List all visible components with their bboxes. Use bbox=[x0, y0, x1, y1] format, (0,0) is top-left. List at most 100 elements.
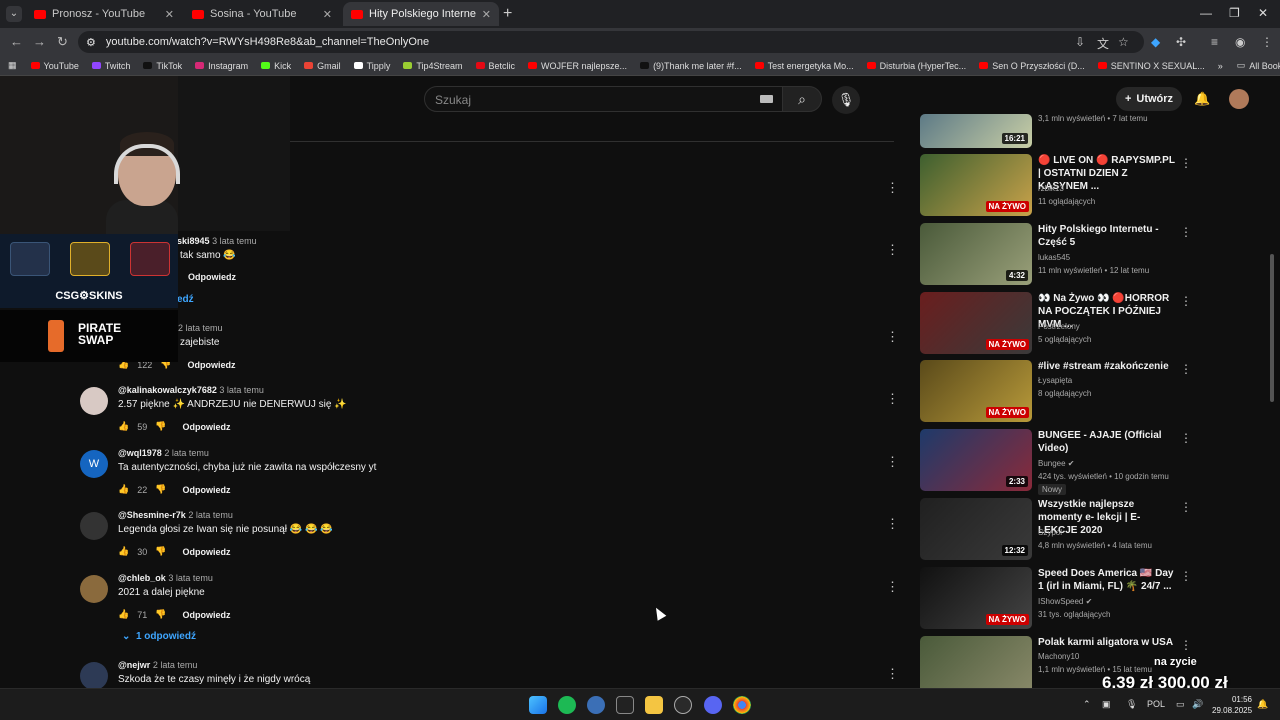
comment-time[interactable]: 3 lata temu bbox=[168, 573, 213, 583]
discord-icon[interactable] bbox=[704, 696, 722, 714]
video-thumbnail[interactable]: NA ŻYWO bbox=[920, 292, 1032, 354]
reply-button[interactable]: Odpowiedz bbox=[187, 360, 235, 370]
dislike-icon[interactable]: 👎 bbox=[155, 609, 166, 620]
search-button[interactable]: ⌕ bbox=[782, 86, 822, 112]
bookmark-kick[interactable]: Kick bbox=[261, 61, 291, 71]
tray-overflow-icon[interactable]: ⌃ bbox=[1083, 699, 1091, 710]
bookmark-betclic[interactable]: Betclic bbox=[475, 61, 515, 71]
comment-author[interactable]: @wql1978 bbox=[118, 448, 162, 458]
channel-name[interactable]: Postrzelony bbox=[1038, 322, 1080, 331]
app-icon[interactable] bbox=[587, 696, 605, 714]
dislike-icon[interactable]: 👎 bbox=[155, 421, 166, 432]
video-title[interactable]: Polak karmi aligatora w USA bbox=[1038, 636, 1176, 649]
comment-time[interactable]: 2 lata temu bbox=[188, 510, 233, 520]
bookmark-instagram[interactable]: Instagram bbox=[195, 61, 248, 71]
translate-icon[interactable]: 文 bbox=[1097, 35, 1109, 52]
video-title[interactable]: BUNGEE - AJAJE (Official Video) bbox=[1038, 429, 1176, 455]
channel-name[interactable]: lukas545 bbox=[1038, 253, 1070, 262]
video-title[interactable]: #live #stream #zakończenie bbox=[1038, 360, 1176, 373]
bookmark-tipply[interactable]: Tipply bbox=[353, 61, 390, 71]
language-indicator[interactable]: POL bbox=[1147, 699, 1165, 709]
video-thumbnail[interactable]: 12:32 bbox=[920, 498, 1032, 560]
comment-time[interactable]: 3 lata temu bbox=[212, 236, 257, 246]
bookmark-wojfer[interactable]: WOJFER najlepsze... bbox=[528, 61, 627, 71]
create-button[interactable]: + Utwórz bbox=[1116, 87, 1182, 111]
tab-search-button[interactable]: ⌄ bbox=[6, 6, 22, 22]
avatar[interactable] bbox=[80, 512, 108, 540]
extension-icon[interactable]: ◆ bbox=[1151, 35, 1160, 49]
keyboard-icon[interactable] bbox=[760, 95, 773, 103]
comment-menu-icon[interactable]: ⋮ bbox=[886, 391, 899, 407]
avatar[interactable] bbox=[80, 662, 108, 688]
video-thumbnail[interactable]: NA ŻYWO bbox=[920, 567, 1032, 629]
video-menu-icon[interactable]: ⋮ bbox=[1180, 294, 1192, 308]
comment-time[interactable]: 2 lata temu bbox=[164, 448, 209, 458]
reply-button[interactable]: Odpowiedz bbox=[182, 610, 230, 620]
reply-button[interactable]: Odpowiedz bbox=[188, 272, 236, 282]
restore-icon[interactable]: ❐ bbox=[1229, 6, 1240, 20]
network-icon[interactable]: ▭ bbox=[1176, 699, 1185, 710]
new-tab-button[interactable]: + bbox=[503, 5, 512, 23]
comment-author[interactable]: @Shesmine-r7k bbox=[118, 510, 186, 520]
all-bookmarks[interactable]: ▭All Bookmarks bbox=[1237, 60, 1280, 71]
address-bar[interactable]: ⚙ youtube.com/watch?v=RWYsH498Re8&ab_cha… bbox=[78, 31, 1144, 53]
comment-author[interactable]: @nejwr bbox=[118, 660, 150, 670]
bookmark-disturbia[interactable]: Disturbia (HyperTec... bbox=[866, 61, 966, 71]
start-icon[interactable] bbox=[529, 696, 547, 714]
back-icon[interactable]: ← bbox=[10, 34, 23, 49]
avatar[interactable] bbox=[80, 575, 108, 603]
video-thumbnail[interactable]: 16:21 bbox=[920, 114, 1032, 148]
epic-games-icon[interactable] bbox=[616, 696, 634, 714]
avatar[interactable] bbox=[80, 387, 108, 415]
more-options-icon[interactable]: ⋮ bbox=[886, 180, 899, 196]
bookmark-sen[interactable]: Sen O Przyszłości (D... bbox=[979, 61, 1085, 71]
channel-name[interactable]: Bungee ✔ bbox=[1038, 459, 1075, 468]
like-icon[interactable]: 👍 bbox=[118, 546, 129, 557]
video-menu-icon[interactable]: ⋮ bbox=[1180, 638, 1192, 652]
video-menu-icon[interactable]: ⋮ bbox=[1180, 156, 1192, 170]
tab-hity[interactable]: Hity Polskiego Internetu - YouTube ✕ bbox=[343, 2, 499, 26]
tab-sosina[interactable]: Sosina - YouTube ✕ bbox=[184, 2, 340, 26]
reply-button[interactable]: Odpowiedz bbox=[182, 547, 230, 557]
tray-app-icon[interactable]: ▣ bbox=[1102, 699, 1111, 710]
system-clock[interactable]: 01:56 29.08.2025 bbox=[1212, 694, 1252, 716]
notifications-bell-icon[interactable]: 🔔 bbox=[1194, 91, 1210, 107]
video-thumbnail[interactable] bbox=[920, 636, 1032, 688]
steam-icon[interactable] bbox=[674, 696, 692, 714]
channel-name[interactable]: Łysapięta bbox=[1038, 376, 1072, 385]
dislike-icon[interactable]: 👎 bbox=[155, 546, 166, 557]
avatar[interactable]: W bbox=[80, 450, 108, 478]
video-menu-icon[interactable]: ⋮ bbox=[1180, 225, 1192, 239]
bookmarks-overflow-icon[interactable]: » bbox=[1218, 61, 1223, 71]
video-thumbnail[interactable]: 4:32 bbox=[920, 223, 1032, 285]
video-menu-icon[interactable]: ⋮ bbox=[1180, 362, 1192, 376]
media-icon[interactable]: ≡ bbox=[1211, 35, 1218, 49]
microphone-icon[interactable]: 🎙 bbox=[1126, 699, 1137, 710]
replies-link-text[interactable]: edź bbox=[177, 294, 194, 305]
spotify-icon[interactable] bbox=[558, 696, 576, 714]
menu-icon[interactable]: ⋮ bbox=[1261, 35, 1273, 49]
comment-author[interactable]: ski8945 bbox=[177, 236, 210, 246]
avatar[interactable] bbox=[1229, 89, 1249, 109]
bookmark-thank-me-later[interactable]: (9)Thank me later #f... bbox=[640, 61, 742, 71]
install-icon[interactable]: ⇩ bbox=[1075, 35, 1085, 49]
reply-button[interactable]: Odpowiedz bbox=[182, 422, 230, 432]
chrome-icon[interactable] bbox=[733, 696, 751, 714]
comment-time[interactable]: 2 lata temu bbox=[178, 323, 223, 333]
close-tab-icon[interactable]: ✕ bbox=[165, 8, 174, 21]
close-window-icon[interactable]: ✕ bbox=[1258, 6, 1268, 20]
comment-menu-icon[interactable]: ⋮ bbox=[886, 579, 899, 595]
bookmark-tip4stream[interactable]: Tip4Stream bbox=[403, 61, 463, 71]
scrollbar-thumb[interactable] bbox=[1270, 254, 1274, 402]
apps-icon[interactable]: ▦ bbox=[8, 60, 17, 71]
bookmark-youtube[interactable]: YouTube bbox=[30, 61, 79, 71]
bookmark-gmail[interactable]: Gmail bbox=[304, 61, 341, 71]
comment-menu-icon[interactable]: ⋮ bbox=[886, 242, 899, 258]
volume-icon[interactable]: 🔊 bbox=[1192, 699, 1203, 710]
comment-author[interactable]: @chleb_ok bbox=[118, 573, 166, 583]
video-title[interactable]: Speed Does America 🇺🇸 Day 1 (irl in Miam… bbox=[1038, 567, 1176, 593]
bookmark-sentino[interactable]: SENTINO X SEXUAL... bbox=[1097, 61, 1205, 71]
channel-name[interactable]: IShowSpeed ✔ bbox=[1038, 597, 1092, 606]
voice-search-button[interactable]: 🎙 bbox=[832, 86, 860, 114]
show-replies-button[interactable]: ⌄ 1 odpowiedź bbox=[122, 631, 196, 642]
